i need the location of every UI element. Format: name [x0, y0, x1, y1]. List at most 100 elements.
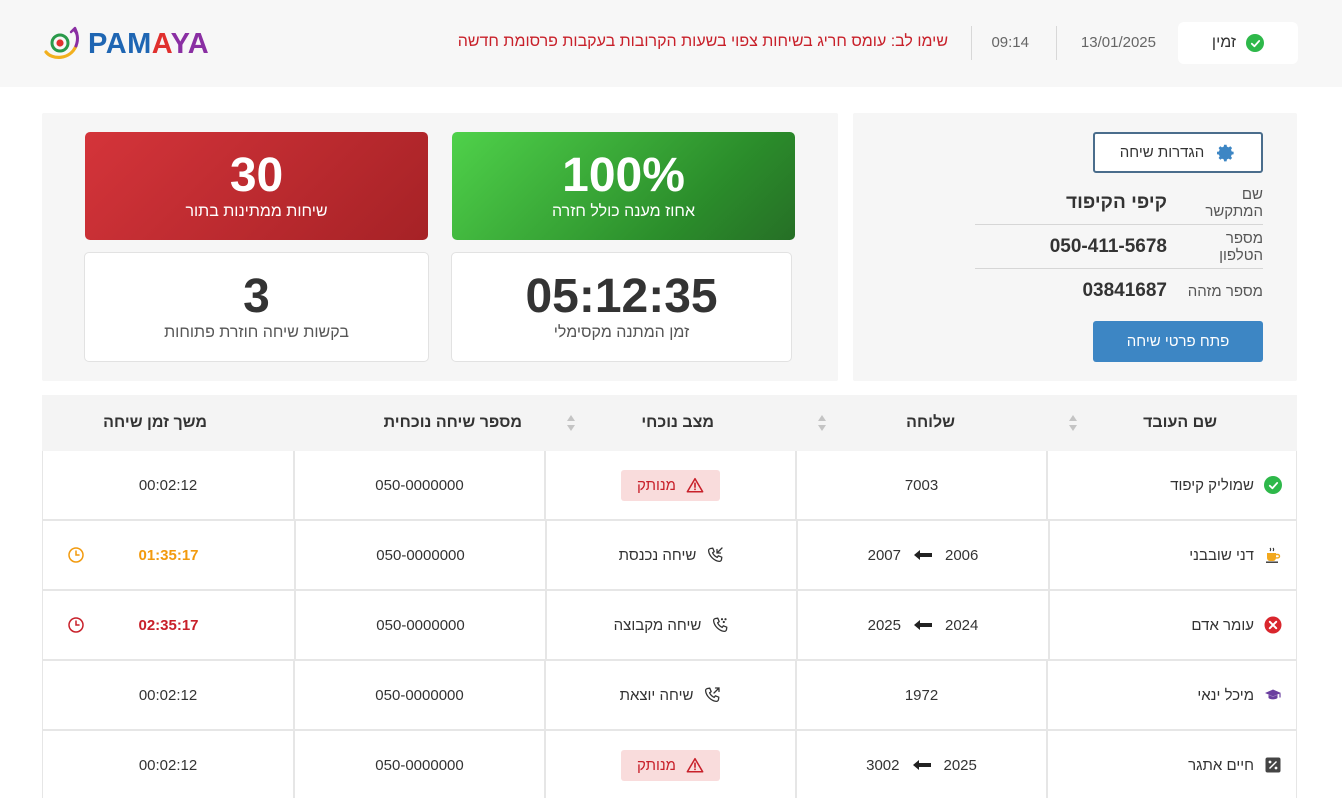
agents-table: שם העובד שלוחה מצב נוכחי מספר שיחה נוכחי… [42, 395, 1297, 798]
extension-transfer: 2025 3002 [866, 757, 977, 774]
caller-phone-row: מספר הטלפון 050-411-5678 [975, 225, 1263, 269]
callbacks-value: 3 [243, 269, 270, 323]
table-header: שם העובד שלוחה מצב נוכחי מספר שיחה נוכחי… [42, 395, 1297, 451]
call-settings-button[interactable]: הגדרות שיחה [1093, 132, 1263, 173]
caller-info-panel: הגדרות שיחה שם המתקשר קיפי הקיפוד מספר ה… [853, 113, 1297, 381]
header-divider [971, 26, 972, 60]
table-row[interactable]: מיכל ינאי 1972 שיחה יוצאת 050-0000000 00… [42, 661, 1297, 731]
number-cell: 050-0000000 [294, 591, 545, 659]
graduation-cap-icon [1265, 689, 1281, 700]
column-header-name[interactable]: שם העובד [1143, 395, 1217, 451]
extension-target: 2025 [867, 616, 901, 634]
employee-name: שמוליק קיפוד [1170, 476, 1254, 494]
header-alert-message: שימו לב: עומס חריג בשיחות צפוי בשעות הקר… [457, 33, 948, 50]
pamaya-logo: PAMAYA [42, 26, 209, 62]
percent-box-icon [1265, 757, 1281, 773]
warning-icon [686, 477, 704, 493]
queue-stats-panel: 100% אחוז מענה כולל חזרה 30 שיחות ממתינו… [42, 113, 838, 381]
waiting-calls-value: 30 [229, 148, 284, 202]
number-cell: 050-0000000 [293, 451, 544, 519]
extension-value: 2025 [943, 756, 977, 774]
caller-name-value: קיפי הקיפוד [1066, 191, 1167, 213]
state-cell: שיחה מקבוצה [545, 591, 796, 659]
call-duration: 01:35:17 [138, 546, 199, 564]
outgoing-call-icon [705, 687, 721, 703]
extension-target: 3002 [866, 756, 900, 774]
sort-icon[interactable] [817, 414, 827, 432]
duration-cell: 00:02:12 [42, 451, 293, 519]
call-duration: 02:35:17 [138, 616, 199, 634]
extension-cell: 7003 [795, 451, 1046, 519]
current-call-number: 050-0000000 [376, 616, 465, 634]
max-wait-label: זמן המתנה מקסימלי [553, 324, 690, 342]
extension-value: 2006 [945, 546, 979, 564]
state-label: מנותק [637, 756, 676, 774]
caller-phone-label: מספר הטלפון [1219, 229, 1263, 264]
table-row[interactable]: עומר אדם 2024 2025 שיחה מקבוצה 050-00000… [42, 591, 1297, 661]
check-circle-icon [1264, 476, 1282, 494]
caller-name-row: שם המתקשר קיפי הקיפוד [975, 181, 1263, 225]
call-duration: 00:02:12 [138, 476, 198, 494]
table-row[interactable]: דני שובבני 2006 2007 שיחה נכנסת 050-0000… [42, 521, 1297, 591]
caller-id-row: מספר מזהה 03841687 [975, 269, 1263, 313]
extension-value: 7003 [904, 476, 939, 494]
header-divider [1056, 26, 1057, 60]
coffee-icon [1266, 547, 1281, 563]
current-call-number: 050-0000000 [376, 546, 465, 564]
state-label: שיחה מקבוצה [613, 616, 702, 634]
number-cell: 050-0000000 [293, 731, 544, 798]
call-duration-warning: 01:35:17 [138, 547, 198, 564]
gear-icon [1217, 144, 1234, 161]
call-duration: 00:02:12 [138, 686, 198, 704]
top-header: זמין 13/01/2025 09:14 שימו לב: עומס חריג… [0, 0, 1342, 87]
employee-cell: מיכל ינאי [1046, 661, 1297, 729]
incoming-call-icon [708, 547, 724, 563]
disconnected-badge: מנותק [621, 749, 720, 781]
column-header-state[interactable]: מצב נוכחי [641, 395, 714, 451]
waiting-calls-card: 30 שיחות ממתינות בתור [85, 132, 428, 240]
check-circle-icon [1246, 34, 1265, 52]
state-cell: מנותק [544, 451, 795, 519]
current-call-number: 050-0000000 [375, 476, 464, 494]
extension-transfer: 2024 2025 [868, 617, 979, 634]
max-wait-card: 05:12:35 זמן המתנה מקסימלי [451, 252, 792, 362]
callbacks-label: בקשות שיחה חוזרת פתוחות [164, 324, 349, 342]
table-row[interactable]: שמוליק קיפוד 7003 מנותק 050-0000000 00:0… [42, 451, 1297, 521]
call-state: שיחה נכנסת [619, 546, 725, 564]
sort-icon[interactable] [1068, 414, 1078, 432]
employee-name: עומר אדם [1191, 616, 1254, 634]
logo-swirl-icon [44, 26, 79, 59]
answer-rate-value: 100% [562, 148, 685, 202]
state-cell: שיחה נכנסת [545, 521, 796, 589]
column-header-duration[interactable]: משך זמן שיחה [103, 395, 207, 451]
caller-phone-value: 050-411-5678 [1049, 235, 1167, 257]
answer-rate-label: אחוז מענה כולל חזרה [551, 203, 696, 221]
header-time: 09:14 [991, 34, 1029, 51]
current-call-number: 050-0000000 [375, 686, 464, 704]
employee-cell: דני שובבני [1048, 521, 1297, 589]
caller-id-label: מספר מזהה [1187, 282, 1263, 300]
sort-icon[interactable] [566, 414, 576, 432]
state-label: שיחה יוצאת [619, 686, 694, 704]
duration-cell: 02:35:17 [42, 591, 294, 659]
extension-cell: 2024 2025 [796, 591, 1048, 659]
x-circle-icon [1264, 616, 1282, 634]
duration-cell: 00:02:12 [42, 661, 293, 729]
group-call-icon [713, 617, 728, 633]
disconnected-badge: מנותק [621, 469, 720, 501]
call-state: שיחה יוצאת [620, 686, 722, 704]
number-cell: 050-0000000 [294, 521, 545, 589]
column-header-extension[interactable]: שלוחה [906, 395, 955, 451]
call-settings-label: הגדרות שיחה [1119, 144, 1205, 161]
extension-cell: 2006 2007 [796, 521, 1048, 589]
waiting-calls-label: שיחות ממתינות בתור [185, 203, 328, 221]
column-header-number[interactable]: מספר שיחה נוכחית [384, 395, 522, 451]
arrow-left-icon [912, 760, 931, 770]
employee-name: דני שובבני [1189, 546, 1254, 564]
caller-id-value: 03841687 [1082, 280, 1167, 301]
open-call-details-button[interactable]: פתח פרטי שיחה [1093, 321, 1263, 362]
agent-status-toggle[interactable]: זמין [1178, 22, 1298, 64]
table-row[interactable]: חיים אתגר 2025 3002 מנותק 050-0000000 00… [42, 731, 1297, 798]
extension-transfer: 2006 2007 [868, 547, 979, 564]
arrow-left-icon [914, 620, 932, 630]
